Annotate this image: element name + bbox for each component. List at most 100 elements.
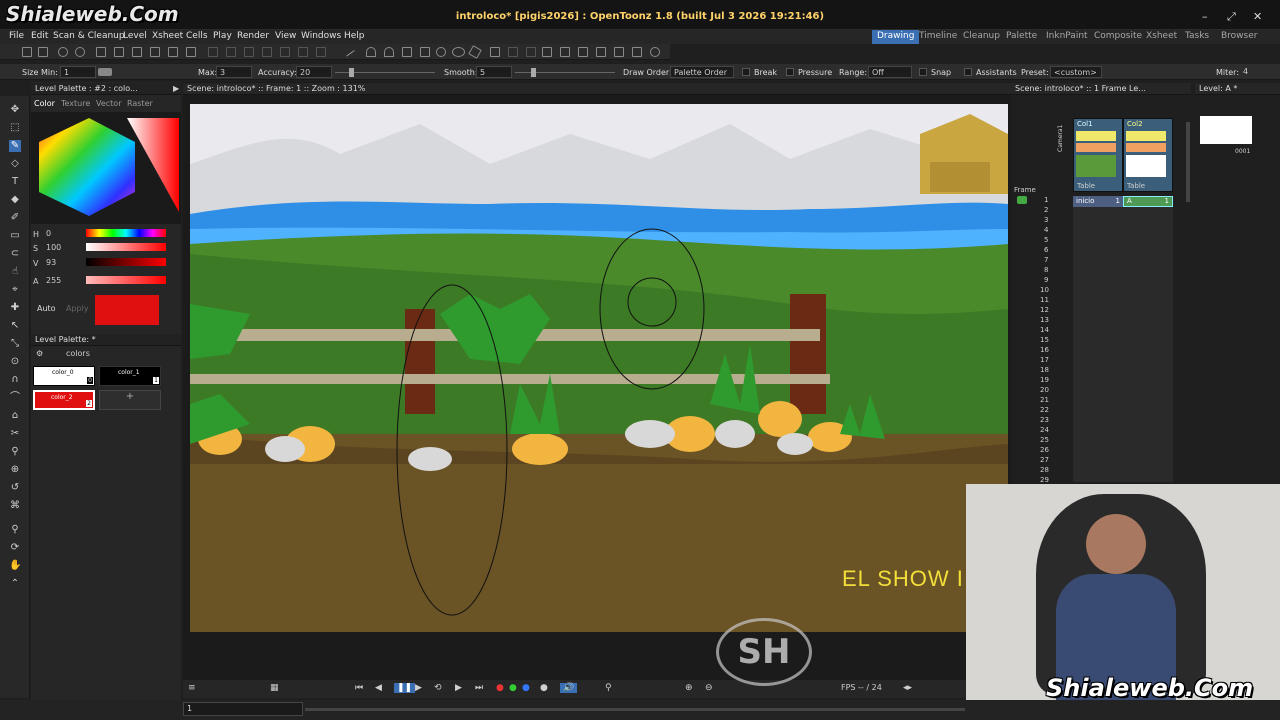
first-frame-icon[interactable]: ⏮ (355, 683, 363, 693)
room-timeline[interactable]: Timeline (914, 30, 962, 44)
tab-raster[interactable]: Raster (127, 99, 153, 108)
smooth-field[interactable]: 5 (476, 66, 512, 78)
selection-tool-icon[interactable]: ⬚ (9, 122, 21, 134)
arc-tool-icon[interactable] (384, 47, 394, 57)
smooth-slider-track[interactable] (515, 72, 615, 73)
maximize-button[interactable]: ⤢ (1227, 10, 1236, 24)
rotate-tool-icon[interactable]: ⟳ (9, 542, 21, 554)
hook-tool-icon[interactable]: ↺ (9, 482, 21, 494)
menu-windows[interactable]: Windows (301, 31, 341, 41)
camstand-toggle-icon[interactable] (1126, 143, 1166, 152)
add-style-button[interactable]: + (99, 390, 161, 410)
rectangle-icon[interactable] (420, 47, 430, 57)
scene-background[interactable] (190, 104, 1008, 632)
menu-view[interactable]: View (275, 31, 296, 41)
polygon-icon[interactable] (468, 45, 482, 59)
next-frame-icon[interactable]: ▶ (455, 683, 462, 693)
tab-color[interactable]: Color (34, 99, 55, 108)
menu-xsheet[interactable]: Xsheet (152, 31, 183, 41)
copy-icon[interactable] (114, 47, 124, 57)
preset-select[interactable]: <custom> (1050, 66, 1102, 78)
menu-file[interactable]: File (9, 31, 24, 41)
empty-cells[interactable] (1073, 207, 1173, 482)
break-checkbox[interactable] (742, 68, 750, 76)
panel-arrow-icon[interactable]: ▶ (173, 84, 179, 93)
loop-icon[interactable]: ⟲ (434, 683, 442, 693)
type-tool-icon[interactable]: T (9, 176, 21, 188)
color-hexagon-icon[interactable] (31, 112, 181, 224)
pump-tool-icon[interactable]: ⊙ (9, 356, 21, 368)
red-channel-icon[interactable]: ● (496, 683, 504, 693)
clear-icon[interactable] (168, 47, 178, 57)
paint-icon[interactable] (596, 47, 606, 57)
magnet-icon[interactable] (490, 47, 500, 57)
polyline-icon[interactable] (402, 47, 412, 57)
fps-stepper[interactable]: ◂▸ (903, 683, 912, 693)
brush-preset-icon[interactable] (578, 47, 588, 57)
frame-slider[interactable] (305, 708, 965, 711)
preview-toggle-icon[interactable] (1126, 131, 1166, 141)
ellipse-icon[interactable] (452, 47, 465, 57)
animate-tool-icon[interactable]: ✥ (9, 104, 21, 116)
level-frame-thumbnail[interactable] (1200, 116, 1252, 144)
stroke-icon[interactable] (526, 47, 536, 57)
room-composite[interactable]: Composite (1089, 30, 1147, 44)
play-icon[interactable]: ▶ (415, 683, 422, 693)
alpha-field[interactable]: 255 (43, 275, 75, 287)
finger-tool-icon[interactable]: ☝ (9, 266, 21, 278)
range-select[interactable]: Off (868, 66, 912, 78)
undo-icon[interactable] (58, 47, 68, 57)
column-1-header[interactable]: Col1 Table (1073, 118, 1123, 192)
cap-icon[interactable] (560, 47, 570, 57)
send-back-icon[interactable] (262, 47, 272, 57)
room-cleanup[interactable]: Cleanup (958, 30, 1005, 44)
cut-icon[interactable] (96, 47, 106, 57)
room-browser[interactable]: Browser (1216, 30, 1262, 44)
canvas[interactable]: EL SHOW I (190, 104, 1008, 632)
style-chip-2[interactable]: color_2 2 (33, 390, 95, 410)
cell-col1-frame1[interactable]: inicio 1 (1073, 196, 1123, 207)
curve-tool-icon[interactable] (366, 47, 376, 57)
grid-icon[interactable]: ▦ (270, 683, 279, 693)
align-right-icon[interactable] (316, 47, 326, 57)
paste-icon[interactable] (132, 47, 142, 57)
control-point-tool-icon[interactable]: ↖ (9, 320, 21, 332)
room-palette[interactable]: Palette (1001, 30, 1042, 44)
folder-icon[interactable]: ⚙ (36, 349, 43, 358)
join-icon[interactable] (542, 47, 552, 57)
vertex-icon[interactable] (508, 47, 518, 57)
miter-field[interactable]: 4 (1240, 66, 1270, 78)
frame-field[interactable]: 1 (183, 702, 303, 716)
tracker-tool-icon[interactable]: ⊕ (9, 464, 21, 476)
hand-tool-icon[interactable]: ✋ (9, 560, 21, 572)
redo-icon[interactable] (75, 47, 85, 57)
room-inknpaint[interactable]: InknPaint (1041, 30, 1093, 44)
plastic-tool-icon[interactable]: ⌘ (9, 500, 21, 512)
zoom-tool-icon[interactable]: ⚲ (9, 524, 21, 536)
skeleton-tool-icon[interactable]: ⚲ (9, 446, 21, 458)
fill-tool-icon[interactable]: ◆ (9, 194, 21, 206)
tab-texture[interactable]: Texture (61, 99, 90, 108)
cutter-tool-icon[interactable]: ✂ (9, 428, 21, 440)
menu-scan-cleanup[interactable]: Scan & Cleanup (53, 31, 125, 41)
style-chip-1[interactable]: color_1 1 (99, 366, 161, 386)
column-2-header[interactable]: Col2 Table (1123, 118, 1173, 192)
pinch-tool-icon[interactable]: ⤡ (9, 338, 21, 350)
apply-button[interactable]: Apply (66, 304, 89, 313)
settings-icon[interactable] (650, 47, 660, 57)
prev-frame-icon[interactable]: ◀ (375, 683, 382, 693)
size-slider[interactable] (98, 68, 112, 76)
size-min-field[interactable]: 1 (60, 66, 96, 78)
room-drawing[interactable]: Drawing (872, 30, 920, 44)
new-scene-icon[interactable] (22, 47, 32, 57)
room-tasks[interactable]: Tasks (1180, 30, 1214, 44)
circle-icon[interactable] (436, 47, 446, 57)
align-center-icon[interactable] (298, 47, 308, 57)
iron-tool-icon[interactable]: ⌂ (9, 410, 21, 422)
close-button[interactable]: ✕ (1253, 10, 1262, 23)
menu-play[interactable]: Play (213, 31, 232, 41)
assistants-checkbox[interactable] (964, 68, 972, 76)
xsheet-scrollbar[interactable] (1186, 122, 1190, 202)
accuracy-slider-handle[interactable] (349, 68, 354, 77)
style-chip-0[interactable]: color_0 0 (33, 366, 95, 386)
